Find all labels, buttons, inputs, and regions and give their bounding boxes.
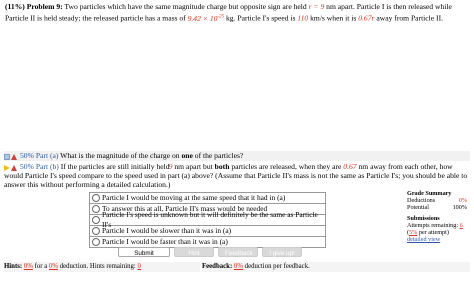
part-a-percent: 50% Part (a) <box>20 151 59 160</box>
submissions-title: Submissions <box>407 214 440 222</box>
part-a-bar[interactable]: 50% Part (a) What is the magnitude of th… <box>4 151 470 161</box>
detailed-view-link[interactable]: detailed view <box>407 236 467 243</box>
problem-statement: (11%) Problem 9: Two particles which hav… <box>5 2 452 23</box>
feedback-bar: Feedback: 0% deduction per feedback. <box>202 262 470 272</box>
speed-value: 110 <box>297 13 309 23</box>
feedback-button[interactable]: Feedback <box>218 247 258 257</box>
give-up-button[interactable]: I give up! <box>262 247 302 257</box>
choice-same-speed[interactable]: Particle I would be moving at the same s… <box>90 193 326 204</box>
triangle-icon <box>11 153 17 160</box>
r-value: r = 9 <box>308 2 325 11</box>
radio-button[interactable] <box>92 194 100 202</box>
radio-button[interactable] <box>92 227 100 235</box>
answer-choices: Particle I would be moving at the same s… <box>89 192 326 248</box>
distance-value: 0.67r <box>358 13 375 23</box>
radio-button[interactable] <box>92 238 100 246</box>
choice-unknown-same[interactable]: Particle I's speed is unknown but it wil… <box>90 210 326 229</box>
hints-bar: Hints: 0% for a 0% deduction. Hints rema… <box>4 262 200 272</box>
attempts-remaining: 6 <box>459 221 463 229</box>
part-b-question-full: ▸▲ 50% Part (b) If the particles are sti… <box>4 162 468 190</box>
action-buttons: Submit Hint Feedback I give up! <box>118 247 302 257</box>
mass-value: 9.42 × 10-25 <box>187 13 225 23</box>
checklist-icon <box>4 153 10 160</box>
deductions-value: 0% <box>458 197 467 205</box>
grade-summary: Grade Summary Deductions 0% Potential 100%… <box>407 190 467 244</box>
radio-button[interactable] <box>92 216 100 224</box>
submit-button[interactable]: Submit <box>118 247 170 257</box>
potential-value: 100% <box>452 204 467 212</box>
problem-header: (11%) Problem 9: <box>5 2 63 11</box>
grade-summary-title: Grade Summary <box>407 190 452 197</box>
radio-button[interactable] <box>92 205 100 213</box>
hints-remaining: 0 <box>137 263 141 270</box>
hint-button[interactable]: Hint <box>174 247 214 257</box>
part-b-distance-value: 0.67 <box>343 162 357 171</box>
